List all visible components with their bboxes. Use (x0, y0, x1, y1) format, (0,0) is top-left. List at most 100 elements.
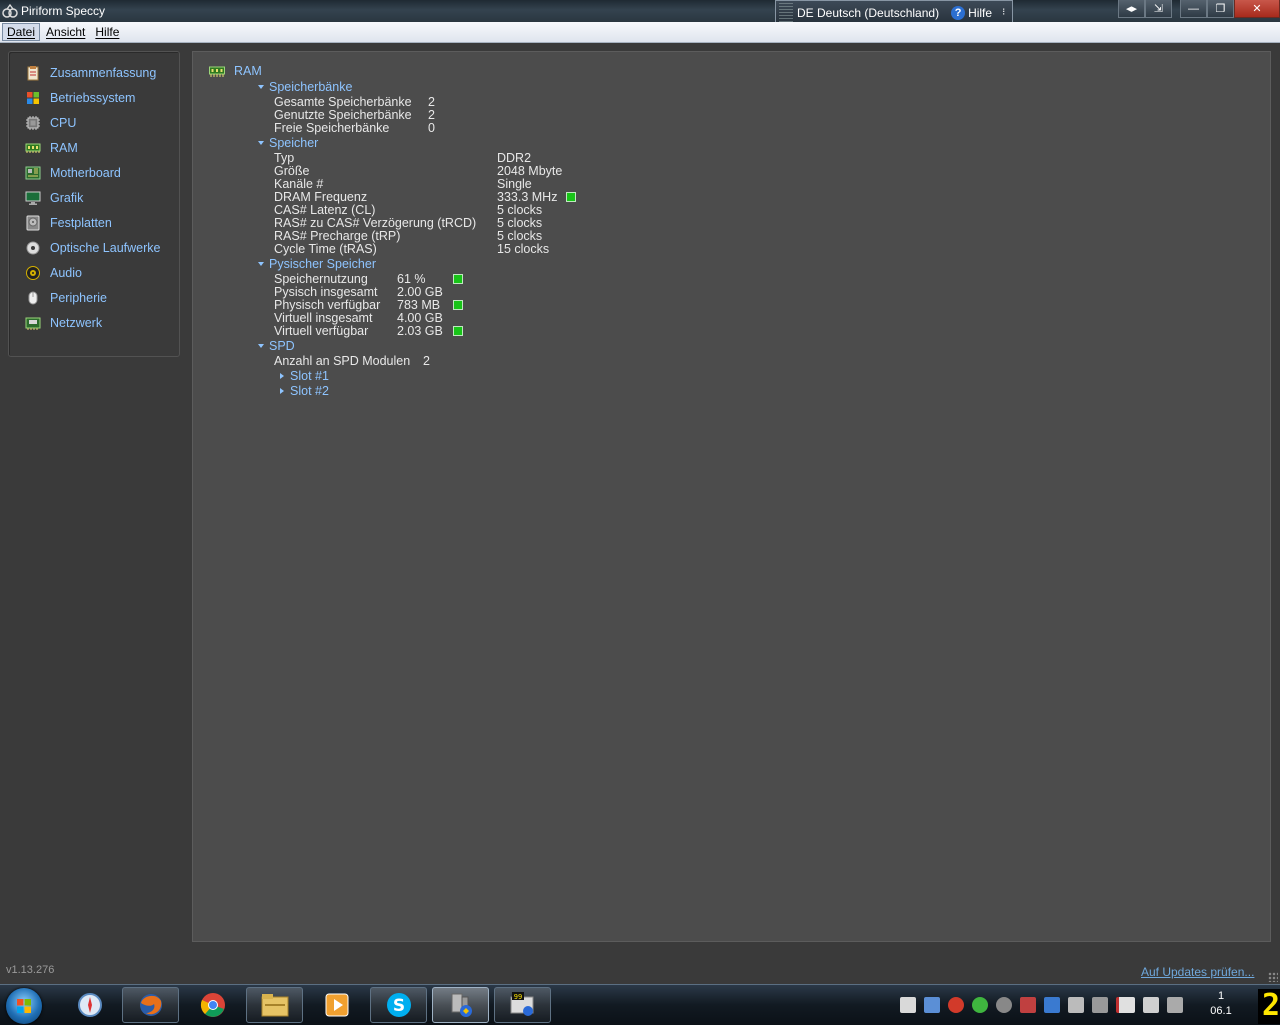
sidebar-item-betriebssystem[interactable]: Betriebssystem (25, 89, 135, 107)
tray-webcam-icon[interactable] (996, 997, 1012, 1013)
property-value: 2 (428, 95, 435, 109)
tray-network-monitor-icon[interactable] (924, 997, 940, 1013)
taskbar-firefox[interactable] (122, 987, 179, 1023)
taskbar-speccy[interactable] (432, 987, 489, 1023)
taskbar-skype[interactable]: S (370, 987, 427, 1023)
clock-time: 1 (1217, 990, 1225, 1002)
property-label: Gesamte Speicherbänke (274, 95, 412, 109)
property-label: Cycle Time (tRAS) (274, 242, 377, 256)
collapse-icon (258, 141, 264, 145)
sidebar-item-optische-laufwerke[interactable]: Optische Laufwerke (25, 239, 160, 257)
property-label: Physisch verfügbar (274, 298, 381, 312)
taskbar-clock[interactable]: 1 06.1 (1198, 989, 1244, 1019)
firefox-icon (139, 994, 162, 1016)
sidebar-item-audio[interactable]: Audio (25, 264, 82, 282)
property-label: Typ (274, 151, 295, 165)
menu-datei[interactable]: Datei (2, 23, 41, 41)
optical-drive-icon (26, 241, 40, 255)
property-label: Virtuell insgesamt (274, 311, 373, 325)
clock-date: 06.1 (1210, 1005, 1232, 1017)
tray-action-center-icon[interactable] (1116, 997, 1135, 1013)
tray-antivirus-icon[interactable] (948, 997, 964, 1013)
group-toggle-physisch[interactable]: Pysischer Speicher (258, 257, 376, 271)
property-label: Kanäle # (274, 177, 324, 191)
sidebar-item-peripherie[interactable]: Peripherie (25, 289, 107, 307)
langbar-grip[interactable] (779, 2, 793, 23)
system-tray (900, 985, 1191, 1025)
taskbar-app-99[interactable]: 99 (494, 987, 551, 1023)
svg-text:99: 99 (513, 993, 521, 1001)
sidebar-item-motherboard[interactable]: Motherboard (25, 164, 121, 182)
tray-printer-icon[interactable] (1092, 997, 1108, 1013)
sidebar-item-label: Zusammenfassung (50, 66, 157, 80)
window-controls: ◂▸ ⇲ — ❐ ✕ (1118, 0, 1280, 18)
slot-2-toggle[interactable]: Slot #2 (280, 384, 329, 398)
tray-app-icon[interactable] (900, 997, 916, 1013)
tray-volume-icon[interactable] (1143, 997, 1159, 1013)
property-value: 2.03 GB (397, 324, 443, 338)
sidebar-item-zusammenfassung[interactable]: Zusammenfassung (25, 64, 156, 82)
sidebar-item-label: Peripherie (50, 291, 107, 305)
folder-icon (261, 994, 288, 1017)
property-value: 2.00 GB (397, 285, 443, 299)
group-toggle-speicher[interactable]: Speicher (258, 136, 318, 150)
taskbar: S 99 1 06.1 (0, 984, 1280, 1025)
tray-hardware-icon[interactable] (1044, 997, 1060, 1013)
taskbar-chrome[interactable] (184, 987, 241, 1023)
group-toggle-speicherbanke[interactable]: Speicherbänke (258, 80, 352, 94)
property-label: Genutzte Speicherbänke (274, 108, 412, 122)
menu-ansicht[interactable]: Ansicht (42, 24, 89, 40)
speccy-app-icon (451, 993, 472, 1017)
taskbar-media-player[interactable] (308, 987, 365, 1023)
close-button[interactable]: ✕ (1234, 0, 1280, 18)
tab-switch-button[interactable]: ◂▸ (1118, 0, 1145, 18)
status-indicator (453, 274, 463, 284)
property-label: CAS# Latenz (CL) (274, 203, 376, 217)
slot-label: Slot #1 (290, 369, 329, 383)
sidebar-item-label: Festplatten (50, 216, 112, 230)
taskbar-explorer[interactable] (246, 987, 303, 1023)
sidebar-item-label: CPU (50, 116, 77, 130)
speccy-logo-icon (2, 3, 18, 18)
tray-network-icon[interactable] (1167, 997, 1183, 1013)
speaker-icon (26, 266, 40, 280)
tray-devices-icon[interactable] (1068, 997, 1084, 1013)
sidebar-item-ram[interactable]: RAM (25, 139, 78, 157)
language-selector[interactable]: DE Deutsch (Deutschland) (797, 6, 939, 20)
minimize-button[interactable]: — (1180, 0, 1207, 18)
sidebar-item-label: Grafik (50, 191, 84, 205)
overlay-digit: 2 (1258, 989, 1280, 1024)
check-updates-link[interactable]: Auf Updates prüfen... (1141, 965, 1254, 979)
restore-to-tray-button[interactable]: ⇲ (1145, 0, 1172, 18)
property-label: Anzahl an SPD Modulen (274, 354, 411, 368)
group-header: Pysischer Speicher (269, 257, 376, 271)
harddisk-icon (26, 215, 40, 231)
chrome-icon (200, 993, 225, 1017)
sidebar-item-netzwerk[interactable]: Netzwerk (25, 314, 102, 332)
sidebar-item-festplatten[interactable]: Festplatten (25, 214, 112, 232)
title-bar: Piriform Speccy DE Deutsch (Deutschland)… (0, 0, 1280, 25)
menu-bar: Datei Ansicht Hilfe (0, 22, 1280, 43)
sidebar-item-cpu[interactable]: CPU (25, 114, 76, 132)
property-value: DDR2 (497, 151, 532, 165)
collapse-icon (258, 344, 264, 348)
property-label: Speichernutzung (274, 272, 368, 286)
sidebar-item-grafik[interactable]: Grafik (25, 189, 83, 207)
property-label: Pysisch insgesamt (274, 285, 378, 299)
tray-tool-icon[interactable] (1020, 997, 1036, 1013)
langbar-help-button[interactable]: ? Hilfe (951, 5, 992, 20)
maximize-button[interactable]: ❐ (1207, 0, 1234, 18)
group-header: Speicher (269, 136, 319, 150)
taskbar-safari[interactable] (61, 987, 118, 1023)
langbar-options-icon[interactable]: ⁝ (1002, 7, 1005, 18)
group-toggle-spd[interactable]: SPD (258, 339, 295, 353)
help-icon: ? (951, 5, 966, 20)
resize-grip[interactable] (1268, 972, 1278, 982)
start-button[interactable] (6, 988, 42, 1024)
tray-status-icon[interactable] (972, 997, 988, 1013)
menu-hilfe[interactable]: Hilfe (91, 24, 123, 40)
property-value: 783 MB (397, 298, 441, 312)
slot-1-toggle[interactable]: Slot #1 (280, 369, 329, 383)
collapse-icon (258, 262, 264, 266)
property-value: 61 % (397, 272, 426, 286)
